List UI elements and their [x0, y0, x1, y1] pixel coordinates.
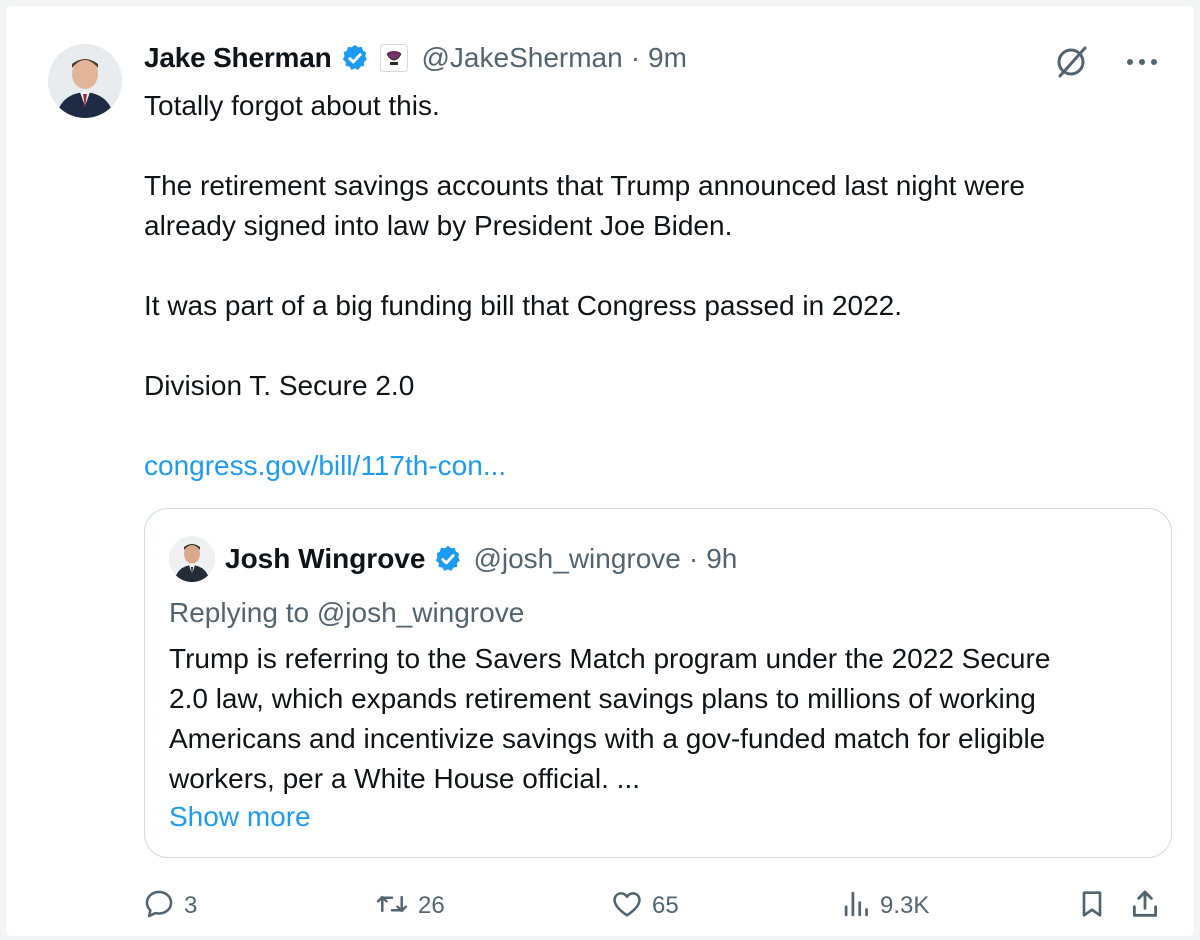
top-actions: [1052, 42, 1160, 82]
quoted-author-handle[interactable]: @josh_wingrove: [473, 543, 680, 575]
bookmark-button[interactable]: [1076, 884, 1108, 928]
tweet-line: The retirement savings accounts that Tru…: [144, 170, 1025, 201]
reply-button[interactable]: 3: [142, 884, 197, 928]
tweet-line: Totally forgot about this.: [144, 90, 440, 121]
quoted-line: Trump is referring to the Savers Match p…: [169, 643, 1051, 674]
bookmark-icon: [1076, 887, 1108, 926]
author-handle[interactable]: @JakeSherman: [422, 42, 623, 74]
quoted-text: Trump is referring to the Savers Match p…: [169, 639, 1159, 799]
action-bar: 3 26 65 9.3K: [138, 884, 1178, 928]
quoted-author-name[interactable]: Josh Wingrove: [225, 543, 425, 575]
grok-icon[interactable]: [1052, 42, 1092, 82]
views-icon: [842, 887, 872, 926]
tweet-header: Jake Sherman @JakeSherman · 9m: [144, 36, 687, 80]
quoted-header: Josh Wingrove @josh_wingrove · 9h: [169, 535, 737, 583]
share-icon: [1128, 887, 1162, 926]
verified-badge-icon: [433, 544, 463, 574]
replying-to-label: Replying to @josh_wingrove: [169, 597, 525, 628]
author-avatar[interactable]: [48, 44, 122, 118]
tweet-text: Totally forgot about this. The retiremen…: [144, 86, 1144, 486]
repost-icon: [374, 887, 410, 926]
quoted-post-time[interactable]: 9h: [706, 543, 737, 575]
quoted-line: 2.0 law, which expands retirement saving…: [169, 683, 1036, 714]
tweet-link[interactable]: congress.gov/bill/117th-con...: [144, 450, 506, 481]
quoted-tweet[interactable]: Josh Wingrove @josh_wingrove · 9h Replyi…: [144, 508, 1172, 858]
tweet-line: Division T. Secure 2.0: [144, 370, 415, 401]
like-button[interactable]: 65: [610, 884, 679, 928]
header-separator: ·: [630, 42, 641, 73]
quoted-line: workers, per a White House official. ...: [169, 763, 640, 794]
reply-icon: [142, 887, 176, 926]
tweet-card: Jake Sherman @JakeSherman · 9m Totally f…: [6, 6, 1194, 936]
affiliation-badge-icon[interactable]: [379, 44, 408, 72]
reply-count: 3: [184, 892, 198, 919]
views-count: 9.3K: [880, 892, 930, 919]
verified-badge-icon: [340, 43, 370, 73]
quoted-line: Americans and incentivize savings with a…: [169, 723, 1046, 754]
heart-icon: [610, 887, 644, 926]
like-count: 65: [652, 892, 679, 919]
repost-button[interactable]: 26: [374, 884, 445, 928]
tweet-line: It was part of a big funding bill that C…: [144, 290, 903, 321]
more-options-icon[interactable]: [1124, 56, 1160, 68]
quoted-header-separator: ·: [688, 543, 699, 574]
tweet-line: already signed into law by President Joe…: [144, 210, 733, 241]
repost-count: 26: [418, 892, 445, 919]
views-button[interactable]: 9.3K: [842, 884, 929, 928]
post-time[interactable]: 9m: [648, 42, 687, 74]
quoted-author-avatar[interactable]: [169, 536, 215, 582]
share-button[interactable]: [1128, 884, 1162, 928]
author-name[interactable]: Jake Sherman: [144, 42, 332, 74]
show-more-link[interactable]: Show more: [169, 797, 311, 837]
